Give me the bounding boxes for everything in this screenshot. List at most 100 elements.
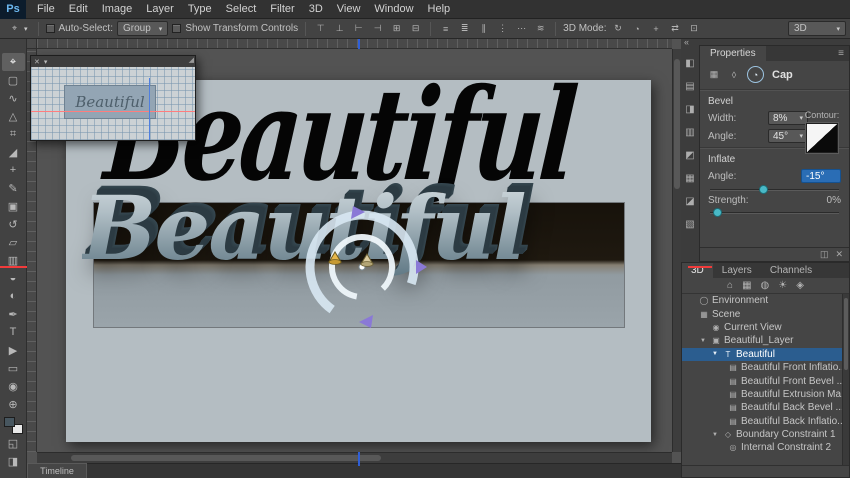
tree-item-scene[interactable]: ▦ Scene [682,307,842,320]
eyedropper-tool[interactable]: ◢ [2,143,25,161]
deform-icon[interactable]: ◊ [727,68,741,82]
disclosure-triangle-icon[interactable]: ▼ [712,351,720,357]
collapse-icon[interactable]: ▾ [44,58,48,66]
filter-meshes-icon[interactable]: ▦ [742,280,751,291]
tool-preset-picker[interactable]: ⌖ ▾ [4,21,31,36]
workspace-switcher[interactable]: 3D ▾ [788,21,846,36]
texture-text-swatch[interactable]: Beautiful [64,85,156,119]
dock-panel-icon-1[interactable]: ◧ [683,57,697,70]
strength-knob[interactable] [713,208,722,217]
menu-help[interactable]: Help [421,0,458,19]
texture-window-titlebar[interactable]: ✕ ▾ ◢ [31,56,195,67]
menu-select[interactable]: Select [219,0,264,19]
3d-rotate-widget[interactable] [287,192,437,342]
tree-item-boundary-constraint[interactable]: ▼ ◇ Boundary Constraint 1 [682,428,842,441]
inflate-angle-knob[interactable] [759,185,768,194]
marquee-tool[interactable]: ▢ [2,71,25,89]
auto-select-checkbox[interactable] [46,24,55,33]
3d-roll-mode-icon[interactable]: ◔ [630,21,645,36]
disclosure-triangle-icon[interactable]: ▼ [700,338,708,344]
panel-menu-icon[interactable]: ≡ [833,46,849,61]
history-brush-tool[interactable]: ↺ [2,215,25,233]
auto-select-dropdown[interactable]: Group ▾ [117,21,168,36]
mesh-icon[interactable]: ▦ [707,68,721,82]
strength-slider[interactable] [710,212,839,214]
tree-item-beautiful[interactable]: ▼ T Beautiful [682,348,842,361]
hand-tool[interactable]: ◉ [2,377,25,395]
tree-item-front-inflation[interactable]: ▤ Beautiful Front Inflatio... [682,361,842,374]
shape-tool[interactable]: ▭ [2,359,25,377]
filter-materials-icon[interactable]: ◍ [761,280,770,291]
move-tool[interactable]: ⌖ [2,53,25,71]
blur-tool[interactable]: ◒ [2,269,25,287]
type-tool[interactable]: T [2,323,25,341]
color-swatches[interactable] [4,417,23,434]
horizontal-scrollbar[interactable] [37,452,672,463]
menu-window[interactable]: Window [367,0,420,19]
resize-icon[interactable]: ◢ [189,56,194,64]
dock-panel-icon-8[interactable]: ▧ [683,218,697,231]
3d-slide-mode-icon[interactable]: ⇄ [668,21,683,36]
align-left-icon[interactable]: ⊢ [351,21,366,36]
align-top-icon[interactable]: ⊤ [313,21,328,36]
menu-view[interactable]: View [330,0,368,19]
tree-scrollbar-thumb[interactable] [844,298,848,370]
align-center-h-icon[interactable]: ⊞ [389,21,404,36]
distribute-top-icon[interactable]: ≡ [438,21,453,36]
vertical-scrollbar[interactable] [672,49,681,452]
distribute-left-icon[interactable]: ⋮ [495,21,510,36]
horizontal-scrollbar-thumb[interactable] [71,455,381,461]
tree-scrollbar[interactable] [842,294,849,465]
distribute-bottom-icon[interactable]: ∥ [476,21,491,36]
3d-drag-mode-icon[interactable]: + [649,21,664,36]
pen-tool[interactable]: ✒ [2,305,25,323]
tab-layers[interactable]: Layers [713,263,761,278]
contour-thumbnail[interactable] [806,123,838,153]
disclosure-triangle-icon[interactable]: ▼ [712,432,720,438]
dock-panel-icon-6[interactable]: ▦ [683,172,697,185]
menu-layer[interactable]: Layer [139,0,181,19]
distribute-middle-icon[interactable]: ≣ [457,21,472,36]
show-transform-checkbox[interactable] [172,24,181,33]
distribute-right-icon[interactable]: ≋ [533,21,548,36]
tree-item-beautiful-layer[interactable]: ▼ ▣ Beautiful_Layer [682,334,842,347]
menu-image[interactable]: Image [95,0,140,19]
texture-grid[interactable]: Beautiful [31,67,195,140]
menu-type[interactable]: Type [181,0,219,19]
3d-rotate-mode-icon[interactable]: ↻ [611,21,626,36]
inflate-angle-slider[interactable] [710,189,839,191]
eraser-tool[interactable]: ▱ [2,233,25,251]
filter-all-icon[interactable]: ◈ [796,280,804,291]
tab-properties[interactable]: Properties [700,46,766,61]
reset-deformation-icon[interactable]: ◫ [820,249,829,260]
menu-edit[interactable]: Edit [62,0,95,19]
tree-item-front-bevel[interactable]: ▤ Beautiful Front Bevel ... [682,374,842,387]
cap-icon[interactable]: ◔ [747,66,764,83]
texture-preview-window[interactable]: ✕ ▾ ◢ Beautiful [30,55,196,141]
horizontal-ruler[interactable] [37,39,672,49]
inflate-angle-input[interactable]: -15° [801,169,841,183]
vertical-scrollbar-thumb[interactable] [674,59,680,189]
menu-3d[interactable]: 3D [302,0,330,19]
dock-panel-icon-5[interactable]: ◩ [683,149,697,162]
crop-tool[interactable]: ⌗ [2,125,25,143]
align-right-icon[interactable]: ⊣ [370,21,385,36]
menu-file[interactable]: File [30,0,62,19]
lasso-tool[interactable]: ∿ [2,89,25,107]
filter-lights-icon[interactable]: ☀ [778,280,787,291]
quick-selection-tool[interactable]: △ [2,107,25,125]
align-bottom-icon[interactable]: ⊥ [332,21,347,36]
delete-icon[interactable]: ✕ [835,249,843,260]
dodge-tool[interactable]: ◐ [2,287,25,305]
path-selection-tool[interactable]: ▶ [2,341,25,359]
tree-item-environment[interactable]: ◯ Environment [682,294,842,307]
brush-tool[interactable]: ✎ [2,179,25,197]
tree-item-back-inflation[interactable]: ▤ Beautiful Back Inflatio... [682,415,842,428]
foreground-color-swatch[interactable] [4,417,15,427]
tree-item-current-view[interactable]: ◉ Current View [682,321,842,334]
filter-scene-icon[interactable]: ⌂ [727,280,733,291]
menu-filter[interactable]: Filter [263,0,301,19]
close-icon[interactable]: ✕ [34,58,40,66]
distribute-center-icon[interactable]: ⋯ [514,21,529,36]
tree-item-back-bevel[interactable]: ▤ Beautiful Back Bevel ... [682,401,842,414]
